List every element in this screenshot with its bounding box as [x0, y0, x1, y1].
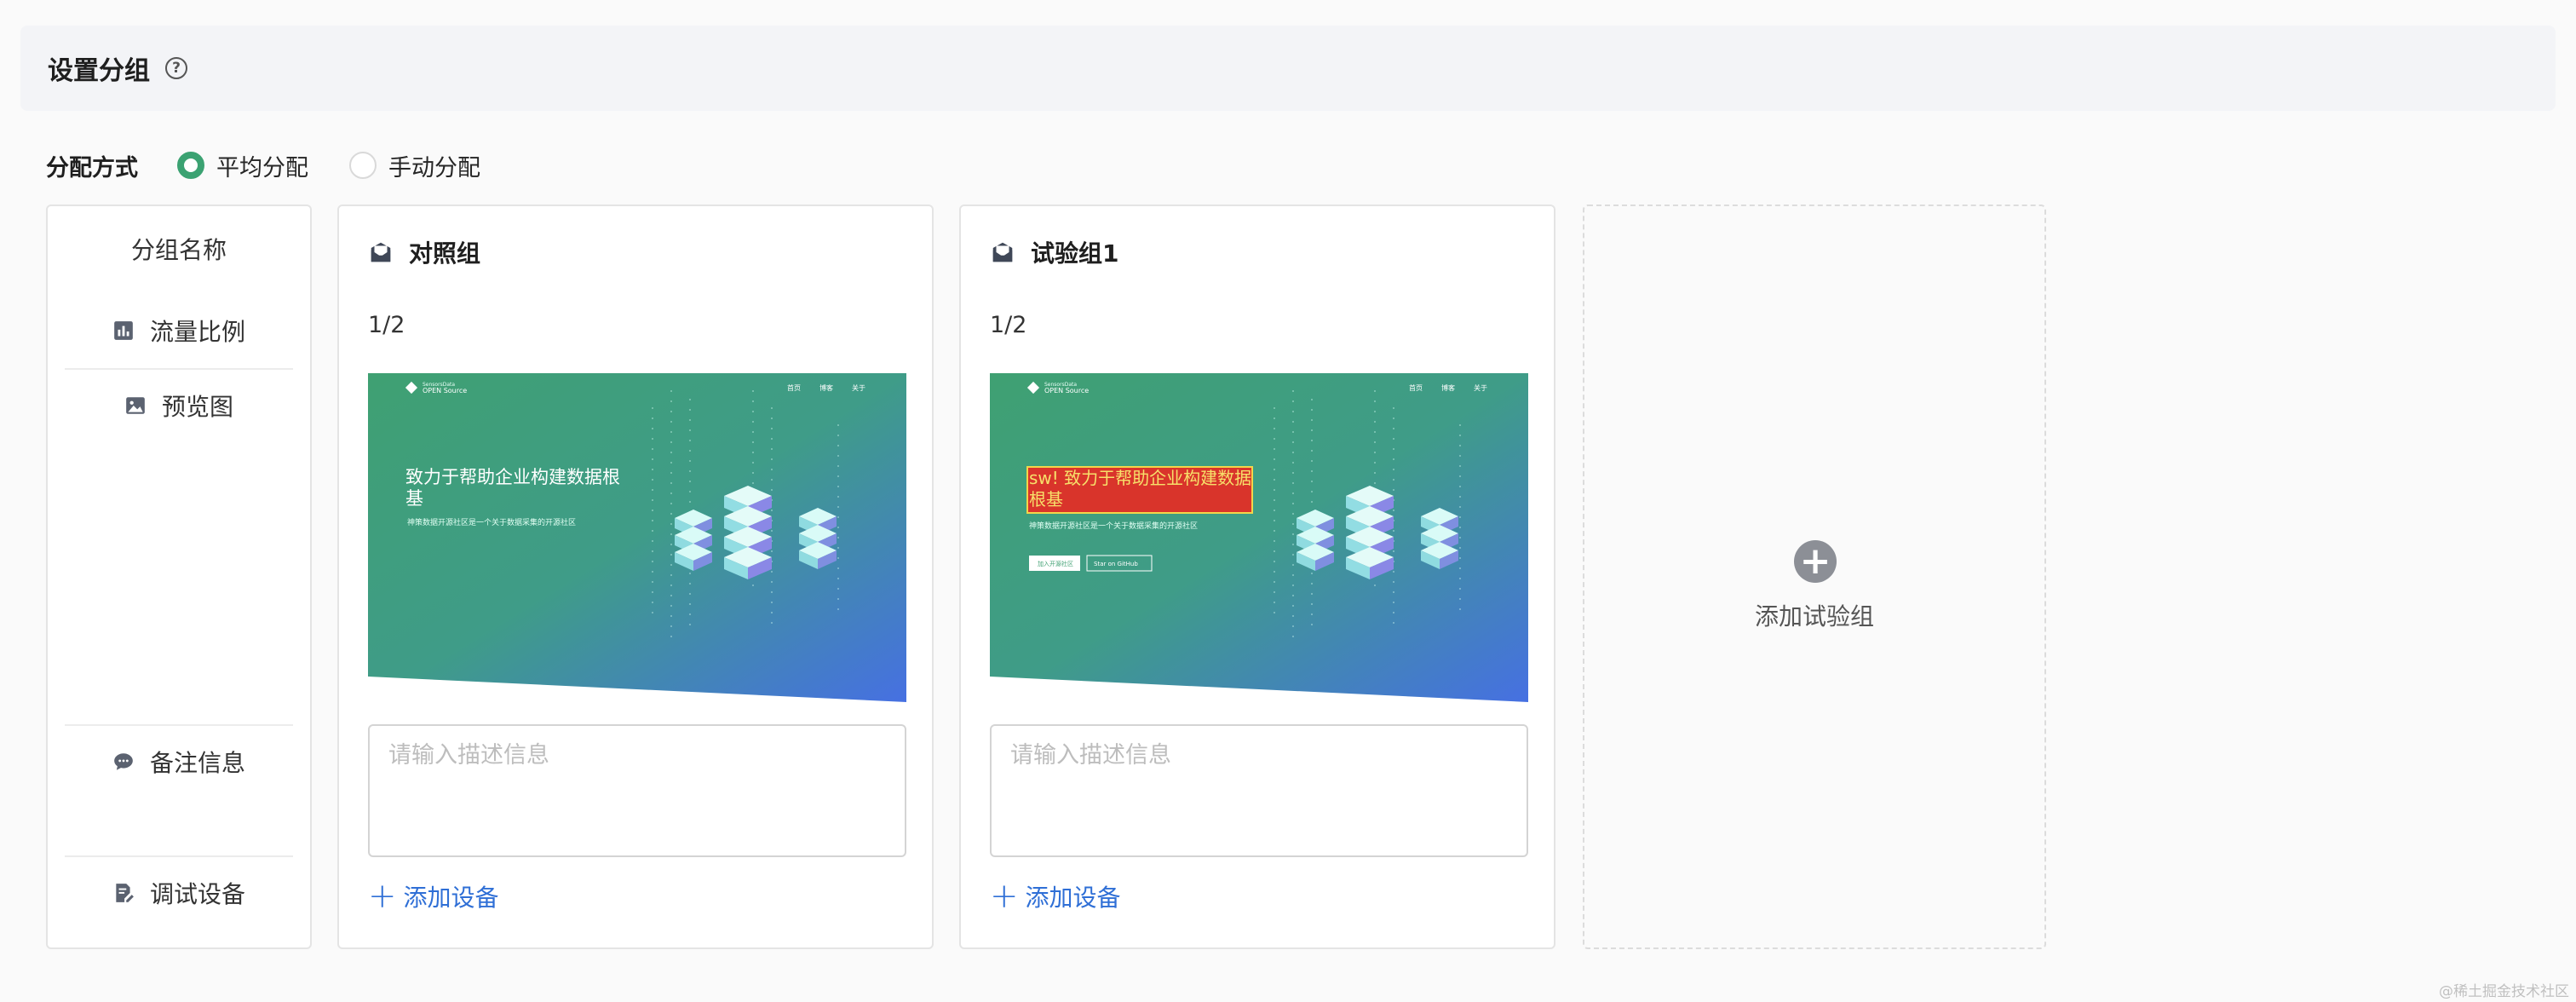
group-name: 对照组: [409, 239, 481, 268]
divider: [65, 368, 293, 370]
preview-image: SensorsData OPEN Source 首页 博客 关于 sw! 致力于…: [990, 373, 1528, 702]
section-header: 设置分组 ?: [20, 26, 2556, 111]
preview-button-github: Star on GitHub: [1094, 561, 1138, 567]
page-title: 设置分组: [48, 56, 150, 86]
add-experiment-group-label: 添加试验组: [1754, 602, 1874, 631]
traffic-ratio-value: 1/2: [368, 312, 405, 338]
debug-devices-label-row: 调试设备: [48, 876, 310, 910]
add-device-label: 添加设备: [403, 884, 499, 912]
add-device-button[interactable]: + 添加设备: [990, 879, 1121, 913]
description-input[interactable]: [990, 724, 1528, 857]
watermark: @稀土掘金技术社区: [2439, 983, 2569, 1000]
site-nav-item: 博客: [1441, 383, 1455, 392]
description-input[interactable]: [368, 724, 906, 857]
radio-average-label: 平均分配: [216, 154, 308, 181]
add-experiment-group-button[interactable]: + 添加试验组: [1583, 204, 2046, 949]
preview-label-row: 预览图: [48, 389, 310, 423]
site-nav-item: 首页: [1409, 383, 1423, 392]
comment-icon: [114, 753, 133, 770]
distribution-mode-label: 分配方式: [46, 154, 138, 181]
help-icon[interactable]: ?: [165, 57, 187, 79]
radio-manual[interactable]: 手动分配: [349, 149, 480, 182]
divider: [65, 855, 293, 857]
group-header: 对照组: [368, 235, 480, 269]
preview-subline: 神策数据开源社区是一个关于数据采集的开源社区: [1029, 521, 1198, 531]
radio-checked-icon[interactable]: [177, 152, 204, 179]
group-card-control: 对照组 1/2 SensorsData OPEN Source 首页 博客 关于…: [337, 204, 934, 949]
traffic-ratio-label-row: 流量比例: [48, 314, 310, 348]
row-labels-card: 分组名称 流量比例 预览图 备注信息 调试设备: [46, 204, 312, 949]
site-nav-item: 博客: [819, 383, 833, 392]
preview-subline: 神策数据开源社区是一个关于数据采集的开源社区: [407, 517, 576, 527]
envelope-icon: [992, 242, 1013, 262]
preview-label: 预览图: [161, 393, 233, 421]
preview-headline: 致力于帮助企业构建数据根基: [405, 467, 620, 509]
debug-devices-label: 调试设备: [149, 880, 245, 908]
site-nav-item: 首页: [787, 383, 801, 392]
plus-circle-icon: +: [1794, 540, 1837, 583]
traffic-ratio-label: 流量比例: [149, 318, 245, 346]
divider: [65, 724, 293, 726]
svg-text:OPEN Source: OPEN Source: [1044, 387, 1089, 394]
notes-label: 备注信息: [149, 749, 245, 777]
plus-icon: +: [368, 877, 397, 916]
plus-icon: +: [990, 877, 1019, 916]
radio-average[interactable]: 平均分配: [177, 149, 308, 182]
radio-unchecked-icon[interactable]: [349, 152, 377, 179]
group-name-header: 分组名称: [130, 236, 227, 264]
image-icon: [126, 397, 145, 414]
envelope-icon: [371, 242, 391, 262]
add-device-button[interactable]: + 添加设备: [368, 879, 499, 913]
bar-chart-icon: [114, 321, 133, 340]
preview-headline-highlighted: sw! 致力于帮助企业构建数据根基: [1029, 468, 1252, 510]
group-header: 试验组1: [990, 235, 1118, 269]
document-edit-icon: [116, 884, 134, 902]
radio-manual-label: 手动分配: [388, 154, 480, 181]
notes-label-row: 备注信息: [48, 745, 310, 779]
site-nav-item: 关于: [1474, 383, 1487, 392]
preview-image: SensorsData OPEN Source 首页 博客 关于 致力于帮助企业…: [368, 373, 906, 702]
group-name: 试验组1: [1031, 239, 1119, 268]
group-card-experiment-1: 试验组1 1/2 SensorsData OPEN Source 首页 博客 关…: [959, 204, 1555, 949]
traffic-ratio-value: 1/2: [990, 312, 1027, 338]
svg-text:OPEN Source: OPEN Source: [423, 387, 467, 394]
site-nav-item: 关于: [852, 383, 865, 392]
preview-button-join: 加入开源社区: [1038, 560, 1073, 567]
distribution-mode: 分配方式 平均分配 手动分配: [46, 147, 521, 184]
add-device-label: 添加设备: [1025, 884, 1121, 912]
